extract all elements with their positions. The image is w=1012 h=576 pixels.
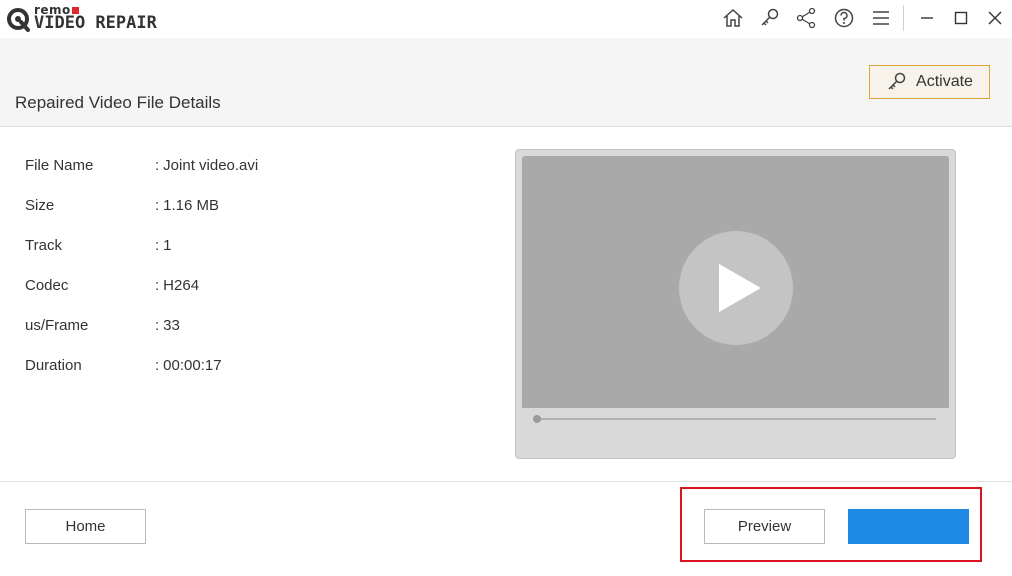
header-band: Repaired Video File Details Activate [0, 38, 1012, 127]
home-icon[interactable] [714, 0, 751, 36]
toolbar-divider [903, 5, 904, 31]
logo-red-dot [71, 7, 79, 14]
play-icon [719, 264, 761, 312]
share-icon[interactable] [788, 0, 825, 36]
key-icon [888, 72, 906, 90]
seek-bar[interactable] [536, 418, 936, 420]
seek-handle[interactable] [533, 415, 541, 423]
footer-divider [0, 481, 1012, 482]
video-player [515, 149, 956, 459]
detail-label: File Name [25, 157, 94, 174]
detail-separator: : [155, 317, 160, 334]
detail-value: 1 [163, 237, 172, 254]
highlight-annotation [680, 487, 982, 562]
home-button[interactable]: Home [25, 509, 146, 544]
detail-row-duration: Duration : 00:00:17 [25, 357, 258, 397]
detail-label: Track [25, 237, 62, 254]
detail-separator: : [155, 237, 160, 254]
app-logo: remo VIDEO REPAIR [6, 4, 157, 32]
detail-row-size: Size : 1.16 MB [25, 197, 258, 237]
detail-value: 00:00:17 [163, 357, 222, 374]
detail-separator: : [155, 357, 160, 374]
detail-value: Joint video.avi [163, 157, 259, 174]
title-bar: remo VIDEO REPAIR [0, 0, 1012, 38]
play-button[interactable] [679, 231, 793, 345]
logo-small-text: remo [34, 4, 157, 16]
logo-icon [7, 8, 30, 32]
key-icon[interactable] [751, 0, 788, 36]
detail-separator: : [155, 197, 160, 214]
activate-button[interactable]: Activate [869, 65, 990, 99]
detail-label: us/Frame [25, 317, 89, 334]
detail-value: 1.16 MB [163, 197, 220, 214]
menu-icon[interactable] [862, 0, 899, 36]
detail-separator: : [155, 277, 160, 294]
video-screen[interactable] [522, 156, 949, 408]
detail-separator: : [155, 157, 160, 174]
logo-product-text: VIDEO REPAIR [34, 13, 157, 33]
detail-value: H264 [163, 277, 200, 294]
page-title: Repaired Video File Details [15, 93, 221, 112]
detail-label: Duration [25, 357, 82, 374]
file-details: File Name : Joint video.avi Size : 1.16 … [25, 157, 258, 397]
detail-value: 33 [163, 317, 180, 334]
detail-label: Codec [25, 277, 69, 294]
activate-label: Activate [916, 73, 973, 90]
detail-row-codec: Codec : H264 [25, 277, 258, 317]
detail-row-track: Track : 1 [25, 237, 258, 277]
close-icon[interactable] [978, 0, 1012, 36]
help-icon[interactable] [825, 0, 862, 36]
detail-row-file-name: File Name : Joint video.avi [25, 157, 258, 197]
minimize-icon[interactable] [910, 0, 944, 36]
detail-row-us-frame: us/Frame : 33 [25, 317, 258, 357]
toolbar [714, 0, 1012, 36]
detail-label: Size [25, 197, 55, 214]
maximize-icon[interactable] [944, 0, 978, 36]
